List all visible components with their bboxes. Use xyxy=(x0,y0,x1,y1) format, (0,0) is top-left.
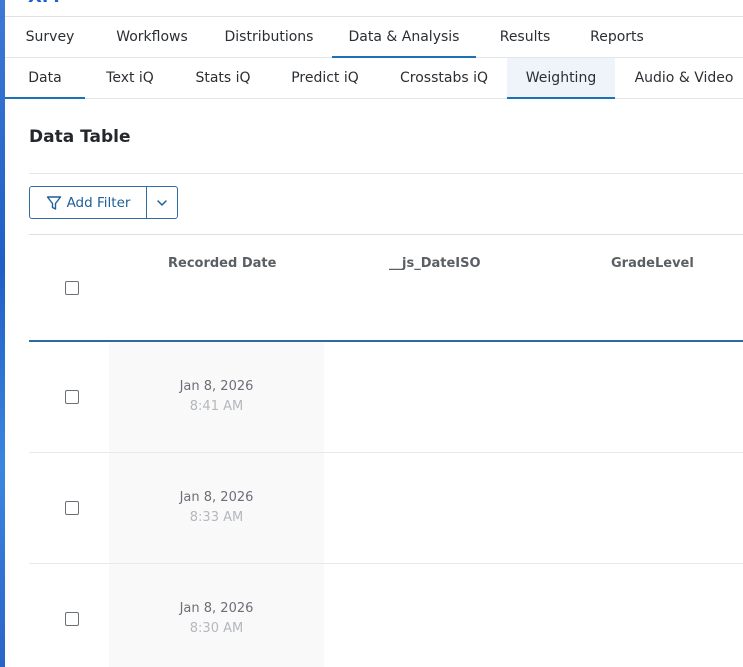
title-divider xyxy=(29,173,743,174)
recorded-date-cell: Jan 8, 2026 xyxy=(179,490,254,505)
desktop-edge xyxy=(0,0,5,667)
tab-label: Stats iQ xyxy=(195,70,251,86)
subtab-weighting[interactable]: Weighting xyxy=(507,58,615,99)
tab-workflows[interactable]: Workflows xyxy=(102,17,202,57)
column-header-gradelevel[interactable]: GradeLevel xyxy=(611,256,694,271)
tab-reports[interactable]: Reports xyxy=(577,17,657,57)
subtab-crosstabs-iq[interactable]: Crosstabs iQ xyxy=(388,58,500,98)
recorded-date-cell: Jan 8, 2026 xyxy=(179,379,254,394)
row-divider xyxy=(29,452,743,453)
tab-survey[interactable]: Survey xyxy=(5,17,95,57)
tab-label: Workflows xyxy=(116,29,188,45)
active-subtab-indicator xyxy=(5,97,85,99)
column-header-js-dateiso[interactable]: __js_DateISO xyxy=(389,256,481,271)
filter-icon xyxy=(46,195,61,210)
filter-options-dropdown[interactable] xyxy=(147,187,177,218)
sub-nav: Data Text iQ Stats iQ Predict iQ Crossta… xyxy=(5,58,743,99)
main-nav: Survey Workflows Distributions Data & An… xyxy=(5,17,743,58)
recorded-time-cell: 8:33 AM xyxy=(189,510,244,525)
column-header-recorded-date[interactable]: Recorded Date xyxy=(168,256,276,271)
page-title: Data Table xyxy=(29,127,131,147)
row-checkbox[interactable] xyxy=(65,501,79,515)
tab-label: Weighting xyxy=(525,70,597,86)
select-all-checkbox[interactable] xyxy=(65,281,79,295)
subtab-audio-video[interactable]: Audio & Video xyxy=(625,58,743,98)
tab-label: Survey xyxy=(25,29,75,45)
tab-label: Distributions xyxy=(224,29,314,45)
add-filter-button[interactable]: Add Filter xyxy=(30,187,147,218)
recorded-time-cell: 8:30 AM xyxy=(189,621,244,636)
add-filter-split-button: Add Filter xyxy=(29,186,178,219)
subtab-data[interactable]: Data xyxy=(5,58,85,99)
subtab-stats-iq[interactable]: Stats iQ xyxy=(181,58,265,98)
tab-distributions[interactable]: Distributions xyxy=(213,17,325,57)
tab-label: Text iQ xyxy=(106,70,154,86)
tab-label: Crosstabs iQ xyxy=(400,70,488,86)
tab-label: Data xyxy=(28,70,62,86)
recorded-date-cell: Jan 8, 2026 xyxy=(179,601,254,616)
row-checkbox[interactable] xyxy=(65,612,79,626)
subtab-hover-indicator xyxy=(507,97,615,99)
row-divider xyxy=(29,563,743,564)
tab-label: Data & Analysis xyxy=(348,29,460,45)
add-filter-label: Add Filter xyxy=(66,194,131,211)
recorded-time-cell: 8:41 AM xyxy=(189,399,244,414)
brand-logo-fragment: XM xyxy=(28,0,68,3)
tab-data-analysis[interactable]: Data & Analysis xyxy=(332,17,476,58)
subtab-text-iq[interactable]: Text iQ xyxy=(90,58,170,98)
subtab-predict-iq[interactable]: Predict iQ xyxy=(275,58,375,98)
tab-label: Reports xyxy=(590,29,644,45)
tab-label: Audio & Video xyxy=(634,70,734,86)
table-top-border xyxy=(29,234,743,235)
tab-results[interactable]: Results xyxy=(484,17,566,57)
row-checkbox[interactable] xyxy=(65,390,79,404)
tab-label: Predict iQ xyxy=(291,70,359,86)
tab-label: Results xyxy=(499,29,551,45)
chevron-down-icon xyxy=(157,199,167,206)
